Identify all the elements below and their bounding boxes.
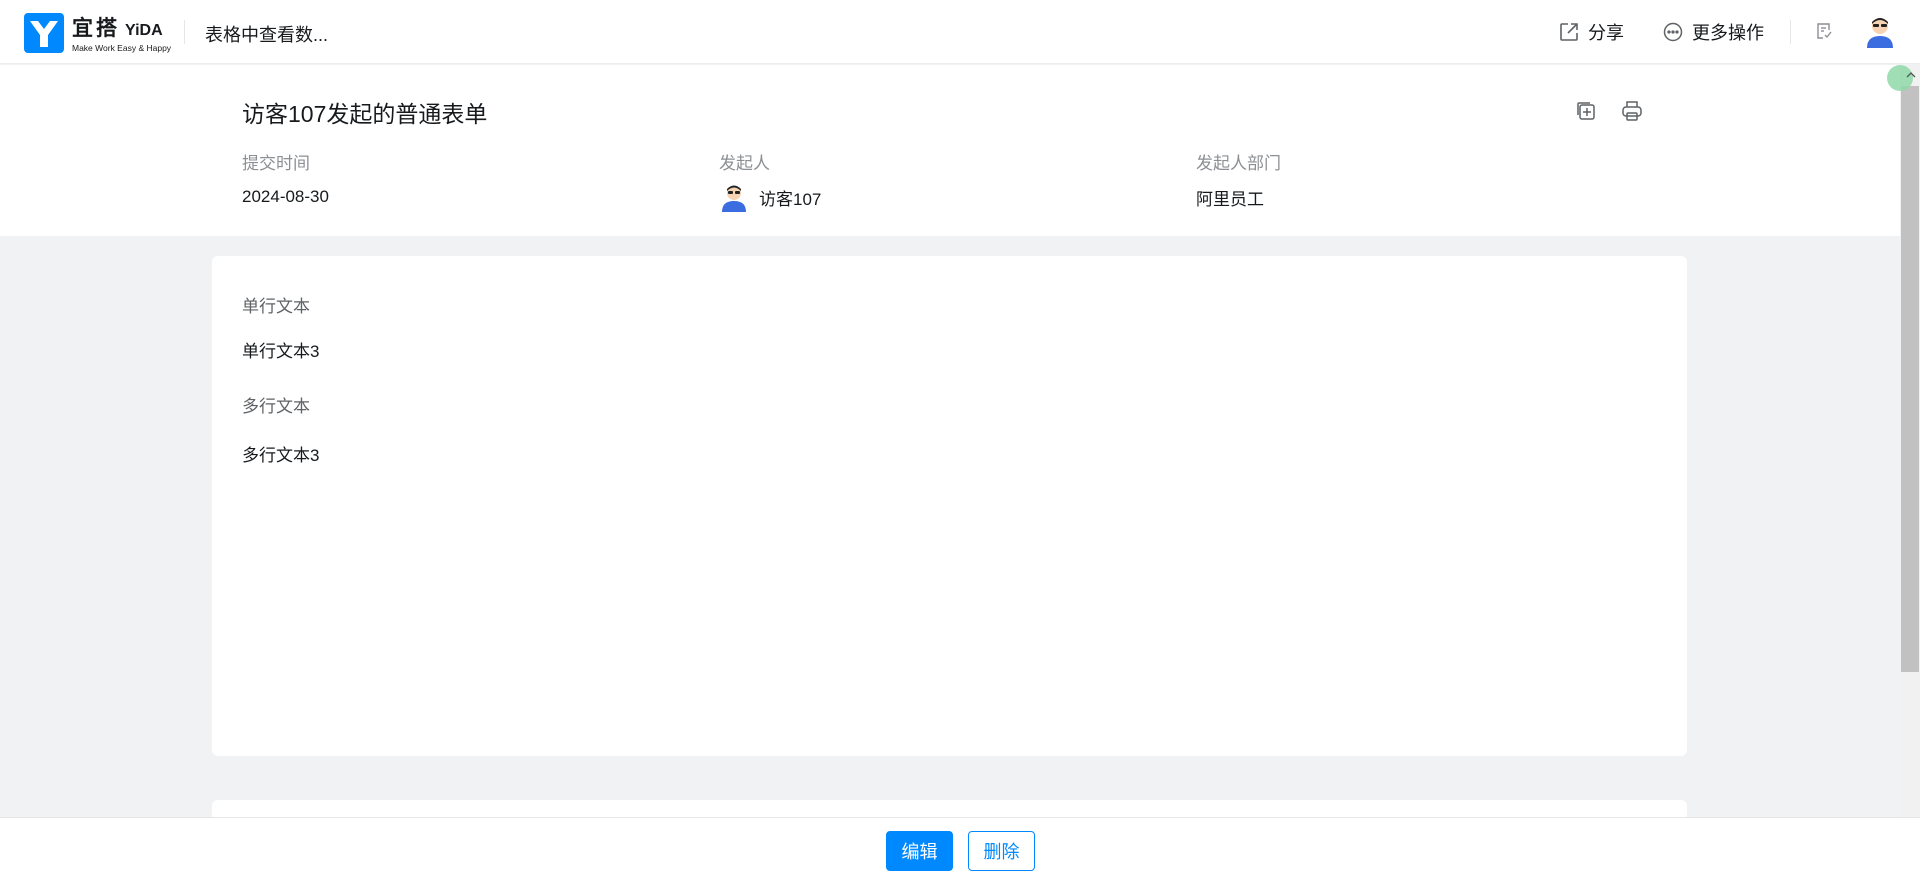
chevron-up-icon	[1906, 72, 1916, 78]
department-value: 阿里员工	[1196, 189, 1264, 209]
yida-logo[interactable]: 宜搭 YiDA Make Work Easy & Happy	[24, 12, 171, 53]
scrollbar-thumb[interactable]	[1901, 86, 1919, 672]
logo-slogan: Make Work Easy & Happy	[72, 43, 172, 53]
print-icon[interactable]	[1620, 99, 1644, 123]
todo-icon[interactable]	[1814, 21, 1834, 41]
yida-logo-icon	[24, 12, 64, 53]
more-actions-label: 更多操作	[1692, 23, 1764, 43]
submit-time-block: 提交时间 2024-08-30	[242, 149, 329, 208]
header-divider	[184, 20, 185, 44]
field-value: 单行文本3	[242, 342, 320, 361]
logo-name-en: YiDA	[125, 22, 163, 39]
copy-icon[interactable]	[1574, 99, 1598, 123]
submit-time-value: 2024-08-30	[242, 187, 329, 206]
initiator-block: 发起人 访客107	[719, 149, 822, 212]
form-summary: 访客107发起的普通表单 提交时间 2024-08-30 发起人 访客107 发…	[0, 65, 1900, 236]
edit-button[interactable]: 编辑	[886, 831, 953, 871]
field-label: 多行文本	[242, 397, 310, 416]
form-content-card: 单行文本 单行文本3 多行文本 多行文本3	[212, 256, 1687, 756]
initiator-value: 访客107	[719, 185, 822, 212]
header-divider-right	[1790, 20, 1791, 44]
initiator-avatar	[722, 185, 746, 212]
field-value: 多行文本3	[242, 446, 320, 465]
logo-text: 宜搭 YiDA Make Work Easy & Happy	[72, 12, 171, 53]
more-icon	[1663, 22, 1683, 42]
form-title: 访客107发起的普通表单	[242, 101, 488, 127]
department-label: 发起人部门	[1196, 154, 1281, 173]
share-icon	[1560, 23, 1578, 41]
user-avatar[interactable]	[1863, 14, 1897, 48]
submit-time-label: 提交时间	[242, 154, 310, 173]
delete-button[interactable]: 删除	[968, 831, 1035, 871]
initiator-label: 发起人	[719, 154, 770, 173]
more-actions-button[interactable]: 更多操作	[1662, 19, 1764, 45]
app-title[interactable]: 表格中查看数...	[205, 21, 328, 47]
logo-name-cn: 宜搭	[72, 17, 120, 40]
field-label: 单行文本	[242, 297, 310, 316]
initiator-name: 访客107	[759, 189, 822, 209]
multi-line-text-field: 多行文本 多行文本3	[242, 392, 319, 466]
bottom-action-bar: 编辑 删除	[0, 817, 1920, 879]
top-header: 宜搭 YiDA Make Work Easy & Happy 表格中查看数...…	[0, 0, 1920, 64]
department-block: 发起人部门 阿里员工	[1196, 149, 1281, 209]
share-button[interactable]: 分享	[1558, 19, 1624, 45]
share-label: 分享	[1588, 23, 1624, 43]
single-line-text-field: 单行文本 单行文本3	[242, 292, 319, 362]
